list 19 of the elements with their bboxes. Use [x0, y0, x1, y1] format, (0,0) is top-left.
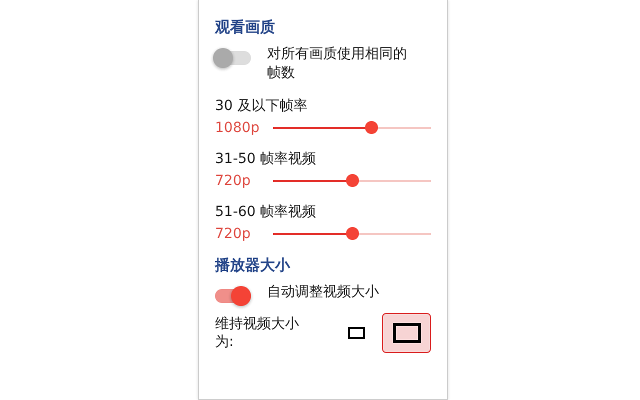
slider-value: 720p — [215, 173, 252, 189]
slider-value: 720p — [215, 226, 252, 242]
slider-label: 30 及以下帧率 — [215, 97, 308, 115]
slider-thumb[interactable] — [346, 227, 359, 240]
slider-thumb[interactable] — [346, 174, 359, 187]
toggle-label: 对所有画质使用相同的帧数 — [267, 45, 408, 83]
slider-value: 1080p — [215, 120, 261, 136]
section-title: 播放器大小 — [215, 256, 292, 275]
toggle-switch[interactable] — [215, 51, 251, 65]
size-label: 维持视频大小为: — [215, 315, 300, 351]
slider-label: 51-60 帧率视频 — [215, 203, 318, 221]
toggle-label: 自动调整视频大小 — [267, 283, 380, 302]
rectangle-icon — [392, 323, 421, 343]
slider-label: 31-50 帧率视频 — [215, 150, 318, 168]
slider-thumb[interactable] — [364, 121, 378, 134]
toggle-switch[interactable] — [215, 289, 251, 303]
rectangle-icon — [348, 327, 365, 339]
section-title: 观看画质 — [215, 18, 276, 37]
size-option[interactable] — [382, 313, 431, 353]
